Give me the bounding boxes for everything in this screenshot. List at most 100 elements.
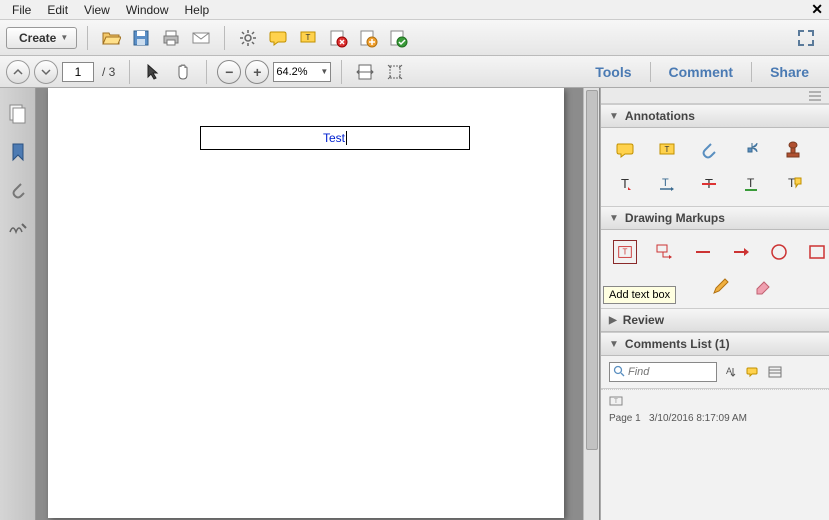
save-icon[interactable]: [128, 25, 154, 51]
filter-comments-icon[interactable]: [745, 364, 761, 380]
vertical-scrollbar[interactable]: [583, 88, 599, 520]
drawing-markups-label: Drawing Markups: [625, 211, 725, 225]
gear-icon[interactable]: [235, 25, 261, 51]
comment-bubble-icon[interactable]: [265, 25, 291, 51]
signatures-icon[interactable]: [6, 216, 30, 240]
window-close-icon[interactable]: ✕: [811, 1, 823, 18]
main-area: Test ▼ Annotations T: [0, 88, 829, 520]
page-down-button[interactable]: [34, 60, 58, 84]
comment-entry[interactable]: T Page 1 3/10/2016 8:17:09 AM: [601, 389, 829, 430]
page-up-button[interactable]: [6, 60, 30, 84]
find-comments-input-wrapper[interactable]: [609, 362, 717, 382]
strikethrough-tool-icon[interactable]: T: [697, 172, 721, 196]
page-number-input[interactable]: [62, 62, 94, 82]
svg-text:T: T: [665, 145, 670, 154]
chevron-down-icon: ▼: [60, 33, 68, 42]
menu-file[interactable]: File: [4, 1, 39, 19]
annotation-text: Test: [323, 131, 345, 145]
record-audio-tool-icon[interactable]: [739, 138, 763, 162]
comments-list-section-header[interactable]: ▼ Comments List (1): [601, 332, 829, 356]
options-comments-icon[interactable]: [767, 364, 783, 380]
left-nav-rail: [0, 88, 36, 520]
underline-tool-icon[interactable]: T: [739, 172, 763, 196]
chevron-down-icon: ▼: [320, 67, 328, 76]
sort-comments-icon[interactable]: A: [723, 364, 739, 380]
annotations-label: Annotations: [625, 109, 695, 123]
comments-list-label: Comments List (1): [625, 337, 730, 351]
attach-file-tool-icon[interactable]: [697, 138, 721, 162]
sticky-note-tool-icon[interactable]: [613, 138, 637, 162]
expand-icon[interactable]: [793, 25, 819, 51]
fit-width-icon[interactable]: [352, 59, 378, 85]
stamp-remove-icon[interactable]: [325, 25, 351, 51]
text-box-annotation[interactable]: Test: [200, 126, 470, 150]
svg-text:T: T: [306, 33, 311, 42]
zoom-out-button[interactable]: −: [217, 60, 241, 84]
hand-tool-icon[interactable]: [170, 59, 196, 85]
svg-text:T: T: [747, 176, 755, 190]
triangle-down-icon: ▼: [609, 111, 619, 122]
pencil-tool-icon[interactable]: [709, 274, 733, 298]
menu-view[interactable]: View: [76, 1, 118, 19]
comments-find-row: A: [601, 356, 829, 388]
line-tool-icon[interactable]: [693, 240, 713, 264]
highlight-tool-icon[interactable]: T: [655, 138, 679, 162]
callout-tool-icon[interactable]: [655, 240, 675, 264]
svg-text:T: T: [614, 399, 618, 405]
drawing-markups-section-header[interactable]: ▼ Drawing Markups: [601, 206, 829, 230]
search-icon: [613, 365, 625, 380]
print-icon[interactable]: [158, 25, 184, 51]
toolbar-primary: Create ▼ T: [0, 20, 829, 56]
toolbar-secondary: / 3 − + 64.2% ▼ Tools Comment Share: [0, 56, 829, 88]
menu-window[interactable]: Window: [118, 1, 177, 19]
oval-tool-icon[interactable]: [769, 240, 789, 264]
text-cursor: [346, 131, 347, 145]
attachments-icon[interactable]: [6, 178, 30, 202]
highlight-text-icon[interactable]: T: [295, 25, 321, 51]
page-thumbnails-icon[interactable]: [6, 102, 30, 126]
text-box-tool-icon[interactable]: T: [613, 240, 637, 264]
create-button-label: Create: [19, 31, 56, 45]
doc-add-icon[interactable]: [355, 25, 381, 51]
find-comments-input[interactable]: [628, 366, 706, 378]
zoom-in-button[interactable]: +: [245, 60, 269, 84]
annotations-section-header[interactable]: ▼ Annotations: [601, 104, 829, 128]
scrollbar-thumb[interactable]: [586, 90, 598, 450]
zoom-level-select[interactable]: 64.2% ▼: [273, 62, 331, 82]
eraser-tool-icon[interactable]: [751, 274, 775, 298]
comment-timestamp: 3/10/2016 8:17:09 AM: [649, 413, 747, 424]
document-page: Test: [48, 88, 564, 518]
add-note-to-text-tool-icon[interactable]: T: [781, 172, 805, 196]
select-tool-icon[interactable]: [140, 59, 166, 85]
tab-tools[interactable]: Tools: [581, 58, 645, 86]
review-section-header[interactable]: ▶ Review: [601, 308, 829, 332]
fit-page-icon[interactable]: [382, 59, 408, 85]
svg-text:T: T: [621, 176, 629, 191]
mail-icon[interactable]: [188, 25, 214, 51]
create-button[interactable]: Create ▼: [6, 27, 77, 49]
stamp-tool-icon[interactable]: [781, 138, 805, 162]
rectangle-tool-icon[interactable]: [807, 240, 827, 264]
panel-options-row: [601, 88, 829, 104]
tab-comment[interactable]: Comment: [655, 58, 748, 86]
svg-text:T: T: [623, 248, 628, 257]
document-viewport[interactable]: Test: [36, 88, 600, 520]
panel-menu-icon[interactable]: [807, 88, 823, 104]
text-box-small-icon: T: [609, 396, 623, 411]
tab-share[interactable]: Share: [756, 58, 823, 86]
triangle-down-icon: ▼: [609, 213, 619, 224]
svg-text:T: T: [662, 177, 669, 189]
review-label: Review: [623, 313, 664, 327]
replace-text-tool-icon[interactable]: T: [655, 172, 679, 196]
triangle-right-icon: ▶: [609, 315, 617, 326]
zoom-value-label: 64.2%: [276, 66, 307, 78]
menu-edit[interactable]: Edit: [39, 1, 76, 19]
insert-text-tool-icon[interactable]: T: [613, 172, 637, 196]
doc-check-icon[interactable]: [385, 25, 411, 51]
menu-help[interactable]: Help: [177, 1, 218, 19]
triangle-down-icon: ▼: [609, 339, 619, 350]
arrow-tool-icon[interactable]: [731, 240, 751, 264]
open-folder-icon[interactable]: [98, 25, 124, 51]
tooltip-add-text-box: Add text box: [603, 286, 676, 304]
bookmarks-icon[interactable]: [6, 140, 30, 164]
